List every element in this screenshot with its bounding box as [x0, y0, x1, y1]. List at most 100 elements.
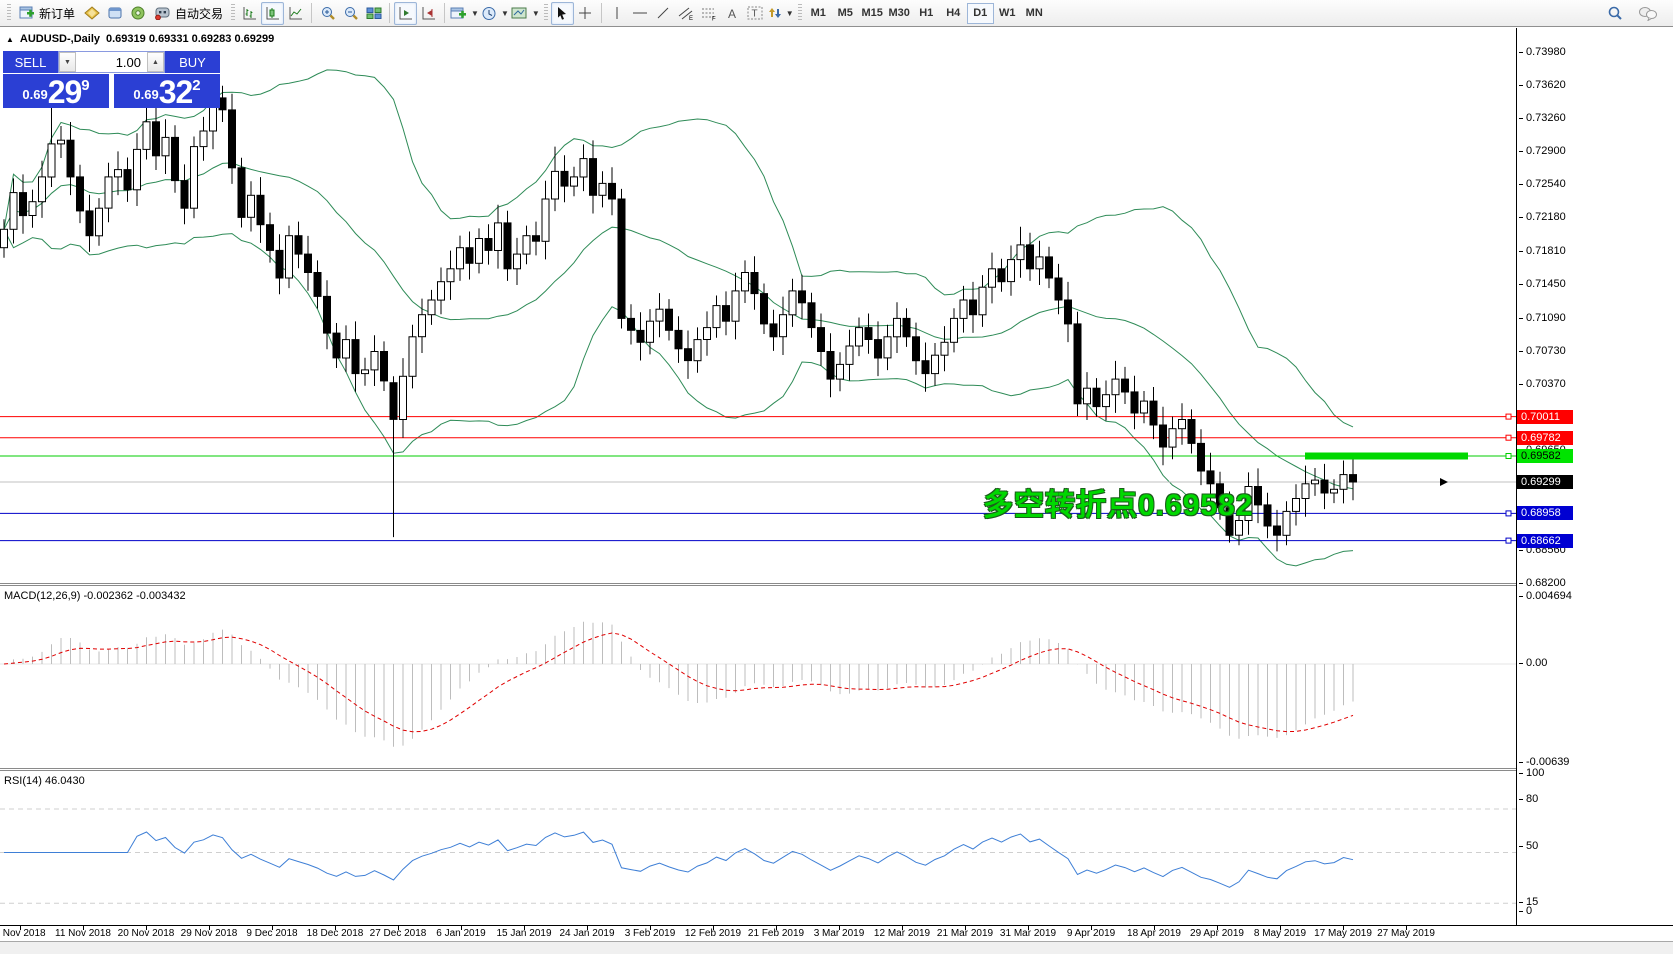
candle-body [1273, 525, 1281, 536]
candle-body [1301, 483, 1310, 499]
timeframe-m5[interactable]: M5 [832, 3, 859, 24]
buy-price-button[interactable]: 0.69 32 2 [114, 74, 220, 108]
search-button[interactable] [1603, 2, 1626, 25]
autotrading-button[interactable]: 自动交易 [149, 2, 228, 25]
buy-price-pip: 2 [192, 77, 201, 94]
new-order-button[interactable]: 新订单 [14, 2, 80, 25]
toolbar-grip[interactable] [797, 4, 802, 22]
panel-splitter[interactable] [0, 583, 1673, 584]
chevron-down-icon: ▼ [785, 8, 794, 18]
timeframe-mn[interactable]: MN [1021, 3, 1048, 24]
candle-body [836, 363, 844, 380]
candle-body [1045, 256, 1053, 279]
candlestick-chart-button[interactable] [261, 1, 285, 25]
sell-price-button[interactable]: 0.69 29 9 [3, 74, 109, 108]
candle-body [950, 317, 958, 343]
buy-button[interactable]: BUY [165, 51, 220, 73]
cursor-button[interactable] [550, 1, 574, 25]
equidistant-channel-button[interactable]: E [675, 2, 698, 25]
timeframe-h1[interactable]: H1 [913, 3, 940, 24]
chart-shift-button[interactable] [417, 2, 440, 25]
candle-body [76, 176, 84, 212]
svg-text:A: A [728, 7, 736, 20]
candle-body [1187, 419, 1196, 444]
candle-body [256, 194, 265, 226]
time-axis-label: 29 Nov 2018 [180, 928, 238, 939]
candle-body [247, 194, 255, 218]
rsi-panel[interactable]: RSI(14) 46.0430 [0, 771, 1516, 925]
vertical-line-button[interactable] [606, 2, 629, 25]
zoom-in-button[interactable] [316, 2, 339, 25]
candle-body [1168, 428, 1177, 448]
volume-increase-button[interactable]: ▲ [147, 52, 164, 72]
volume-decrease-button[interactable]: ▼ [59, 52, 76, 72]
price-label-0.68662: 0.68662 [1517, 534, 1573, 548]
text-label-button[interactable]: T [744, 2, 767, 25]
new-chart-button[interactable]: ▼ [449, 2, 480, 25]
market-watch-button[interactable] [103, 2, 126, 25]
bar-chart-button[interactable] [238, 2, 261, 25]
timeframe-m30[interactable]: M30 [886, 3, 913, 24]
chat-button[interactable] [1636, 2, 1659, 25]
horizontal-line-button[interactable] [629, 2, 652, 25]
price-chart-canvas[interactable] [0, 28, 1516, 583]
periods-button[interactable]: ▼ [480, 2, 510, 25]
price-axis-tick: 0.72540 [1519, 178, 1566, 190]
toolbar-grip[interactable] [543, 4, 548, 22]
macd-panel[interactable]: MACD(12,26,9) -0.002362 -0.003432 [0, 586, 1516, 768]
candle-body [674, 329, 683, 350]
price-chart[interactable]: ▲ AUDUSD-,Daily 0.69319 0.69331 0.69283 … [0, 28, 1516, 583]
zoom-out-button[interactable] [339, 2, 362, 25]
candle-body [38, 176, 46, 203]
templates-button[interactable]: ▼ [510, 2, 541, 25]
pivot-highlight-bar[interactable] [1305, 452, 1468, 460]
chat-icon [1638, 6, 1658, 21]
chevron-down-icon: ▼ [471, 8, 479, 18]
timeframe-h4[interactable]: H4 [940, 3, 967, 24]
line-chart-button[interactable] [284, 2, 307, 25]
time-axis-label: 3 Feb 2019 [624, 928, 676, 939]
quotes-button[interactable] [80, 2, 103, 25]
candle-body [494, 222, 502, 251]
price-axis[interactable]: 0.73980 0.73620 0.73260 0.72900 0.72540 0.721… [1517, 28, 1673, 925]
timeframe-m1[interactable]: M1 [805, 3, 832, 24]
candle-body [266, 224, 274, 251]
fibonacci-button[interactable]: F [698, 2, 721, 25]
timeframe-m15[interactable]: M15 [859, 3, 886, 24]
volume-input[interactable]: 1.00 [76, 52, 147, 72]
cursor-icon [556, 6, 568, 20]
candle-body [199, 130, 208, 148]
chart-annotation-text[interactable]: 多空转折点0.69582 [983, 480, 1253, 524]
macd-canvas [0, 621, 1516, 747]
toolbar-grip[interactable] [231, 4, 236, 22]
candle-body [1330, 488, 1338, 494]
tile-windows-button[interactable] [362, 2, 385, 25]
one-click-trading-panel: SELL ▼ 1.00 ▲ BUY 0.69 29 9 0.69 32 2 [3, 51, 220, 108]
candle-body [456, 247, 464, 270]
candle-body [760, 293, 768, 325]
trendline-button[interactable] [652, 2, 675, 25]
panel-splitter[interactable] [0, 768, 1673, 769]
tile-windows-icon [366, 6, 382, 20]
candle-body [598, 182, 607, 196]
candle-body [532, 235, 540, 242]
timeframe-w1[interactable]: W1 [994, 3, 1021, 24]
sell-button[interactable]: SELL [3, 51, 58, 73]
candle-body [95, 207, 103, 237]
signals-button[interactable] [126, 2, 149, 25]
crosshair-button[interactable] [574, 2, 597, 25]
time-axis[interactable]: 1 Nov 2018 11 Nov 2018 20 Nov 2018 29 Nov 2… [0, 926, 1673, 940]
text-icon: A [726, 7, 738, 20]
candle-body [931, 354, 939, 375]
auto-scroll-button[interactable] [394, 1, 418, 25]
macd-axis-tick: 0.00 [1519, 657, 1547, 669]
arrows-button[interactable]: ▼ [767, 2, 795, 25]
text-button[interactable]: A [721, 2, 744, 25]
candle-body [218, 97, 227, 111]
time-axis-label: 31 Mar 2019 [999, 928, 1057, 939]
collapse-panel-icon[interactable]: ▲ [6, 35, 14, 44]
candle-body [47, 143, 56, 178]
toolbar-grip[interactable] [7, 4, 11, 22]
timeframe-d1[interactable]: D1 [966, 2, 994, 24]
time-axis-label: 29 Apr 2019 [1190, 928, 1244, 939]
